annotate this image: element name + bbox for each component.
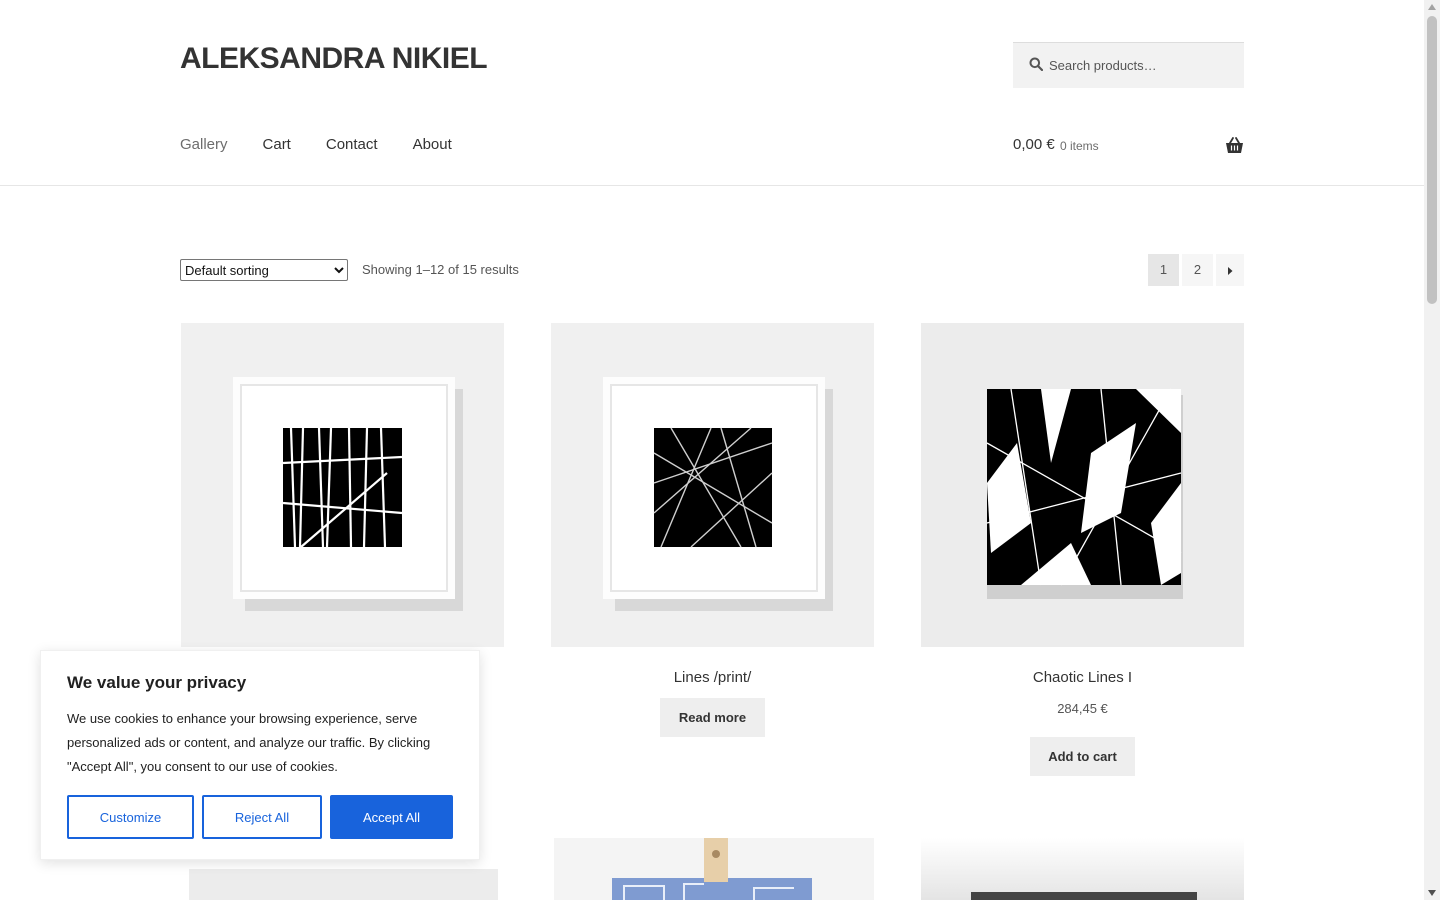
product-image[interactable] [551,323,874,647]
product-image[interactable] [921,323,1244,647]
product-title[interactable]: Chaotic Lines I [921,669,1244,686]
sorting-select[interactable]: Default sorting [180,259,348,281]
product-price: 284,45 € [1057,701,1108,716]
search-box[interactable] [1013,42,1244,88]
add-to-cart-button[interactable]: Add to cart [1030,737,1135,776]
arrow-right-icon [1228,266,1233,275]
basket-icon [1226,137,1243,153]
page-1-link[interactable]: 1 [1148,254,1179,286]
page: ALEKSANDRA NIKIEL Gallery Cart Contact A… [0,0,1424,900]
reject-all-button[interactable]: Reject All [202,795,322,839]
scroll-up-arrow-icon[interactable] [1428,4,1436,10]
product-image[interactable] [921,838,1244,900]
cookie-consent-banner: We value your privacy We use cookies to … [40,650,480,860]
page-scrollbar[interactable] [1424,0,1440,900]
primary-nav: Gallery Cart Contact About [180,136,487,153]
scroll-thumb[interactable] [1427,16,1437,304]
page-2-link[interactable]: 2 [1182,254,1213,286]
nav-item-about[interactable]: About [413,136,452,153]
header-divider [0,185,1424,186]
header-cart[interactable]: 0,00 € 0 items [1013,136,1244,158]
product-image[interactable] [189,869,498,900]
search-input[interactable] [1049,43,1239,87]
cookie-title: We value your privacy [67,673,247,692]
product-image[interactable] [554,838,874,900]
product-title[interactable]: Lines /print/ [551,669,874,686]
accept-all-button[interactable]: Accept All [330,795,453,839]
nav-item-gallery[interactable]: Gallery [180,136,228,153]
cart-count: 0 items [1060,139,1099,153]
pagination: 1 2 [1148,254,1244,286]
search-icon [1029,57,1043,71]
nav-item-contact[interactable]: Contact [326,136,378,153]
cookie-text: We use cookies to enhance your browsing … [67,711,431,774]
customize-button[interactable]: Customize [67,795,194,839]
nav-item-cart[interactable]: Cart [263,136,291,153]
scroll-down-arrow-icon[interactable] [1428,890,1436,896]
frame-edge [971,892,1197,900]
site-title[interactable]: ALEKSANDRA NIKIEL [180,42,488,76]
product-image[interactable] [181,323,504,647]
next-page-button[interactable] [1216,254,1244,286]
read-more-button[interactable]: Read more [660,698,765,737]
result-count: Showing 1–12 of 15 results [362,262,519,277]
cart-amount: 0,00 € [1013,136,1055,153]
product-image-art [612,838,812,900]
